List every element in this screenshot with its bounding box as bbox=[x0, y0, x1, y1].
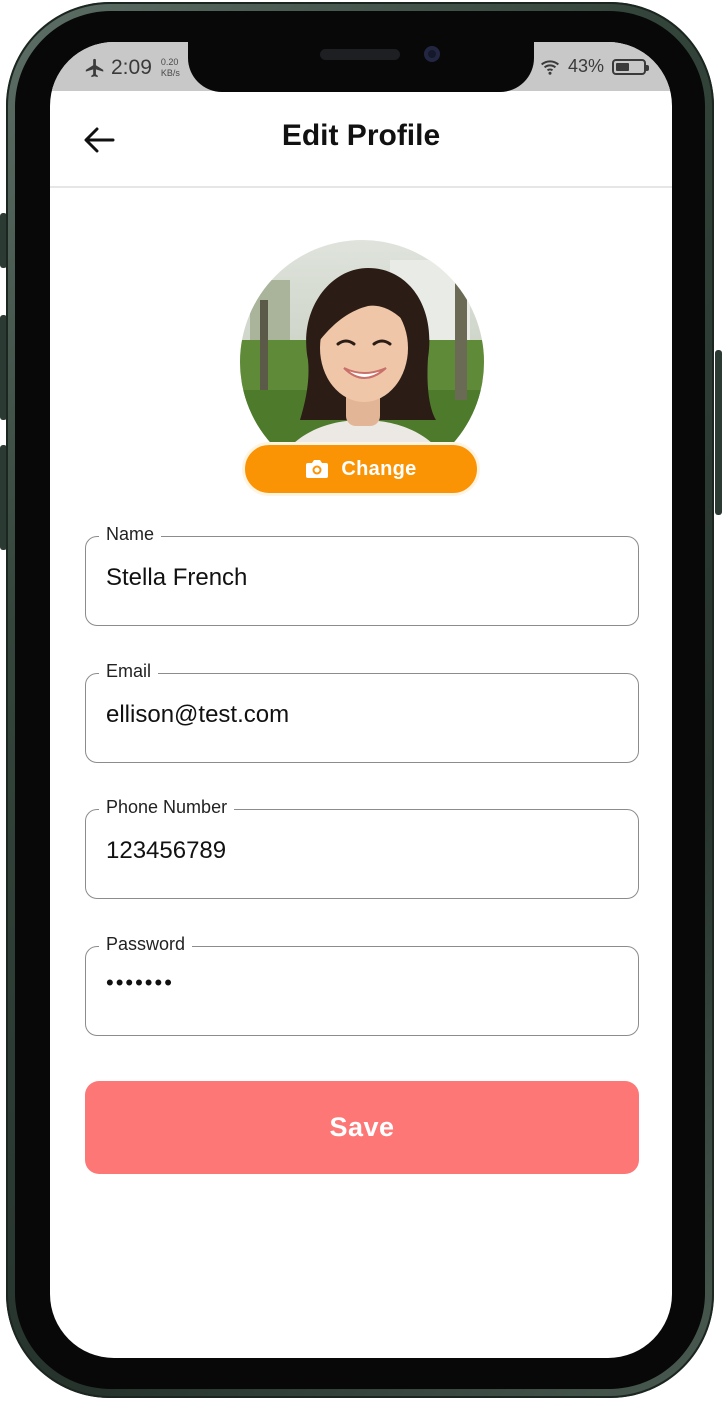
avatar-section: Change bbox=[240, 240, 484, 500]
change-photo-button[interactable]: Change bbox=[242, 442, 480, 496]
name-input[interactable]: Stella French bbox=[106, 564, 247, 592]
email-field[interactable]: Email ellison@test.com bbox=[85, 661, 639, 763]
battery-icon bbox=[612, 58, 649, 75]
phone-field[interactable]: Phone Number 123456789 bbox=[85, 797, 639, 899]
email-field-label: Email bbox=[99, 661, 159, 682]
save-button-label: Save bbox=[329, 1112, 395, 1142]
network-speed-value: 0.20 bbox=[160, 57, 179, 67]
save-button[interactable]: Save bbox=[85, 1081, 639, 1174]
battery-percent: 43% bbox=[567, 56, 604, 76]
wifi-icon bbox=[540, 59, 559, 75]
status-left: 2:09 0.20 KB/s bbox=[84, 56, 180, 80]
status-time: 2:09 bbox=[111, 56, 152, 79]
page-title: Edit Profile bbox=[281, 119, 441, 152]
status-right: 43% bbox=[540, 56, 649, 77]
status-bar: 2:09 0.20 KB/s 43% bbox=[50, 42, 672, 92]
change-photo-label: Change bbox=[341, 457, 417, 480]
notch bbox=[188, 42, 534, 92]
phone-field-label: Phone Number bbox=[99, 797, 235, 818]
app-header: Edit Profile bbox=[50, 91, 672, 188]
password-field[interactable]: Password ••••••• bbox=[85, 934, 639, 1036]
password-field-label: Password bbox=[99, 934, 193, 955]
battery-level-fill bbox=[616, 62, 629, 71]
phone-input[interactable]: 123456789 bbox=[106, 837, 226, 865]
airplane-icon bbox=[85, 58, 104, 78]
name-field-label: Name bbox=[99, 524, 162, 545]
screen: 2:09 0.20 KB/s 43% Edit Profile Change N… bbox=[50, 42, 672, 1358]
camera-icon bbox=[306, 460, 329, 478]
earpiece-speaker bbox=[320, 49, 400, 60]
password-input[interactable]: ••••••• bbox=[106, 970, 174, 996]
network-speed-unit: KB/s bbox=[160, 68, 180, 78]
front-camera bbox=[424, 46, 440, 62]
name-field[interactable]: Name Stella French bbox=[85, 524, 639, 626]
network-speed: 0.20 KB/s bbox=[161, 57, 180, 79]
power-button bbox=[715, 350, 722, 515]
email-input[interactable]: ellison@test.com bbox=[106, 701, 289, 729]
